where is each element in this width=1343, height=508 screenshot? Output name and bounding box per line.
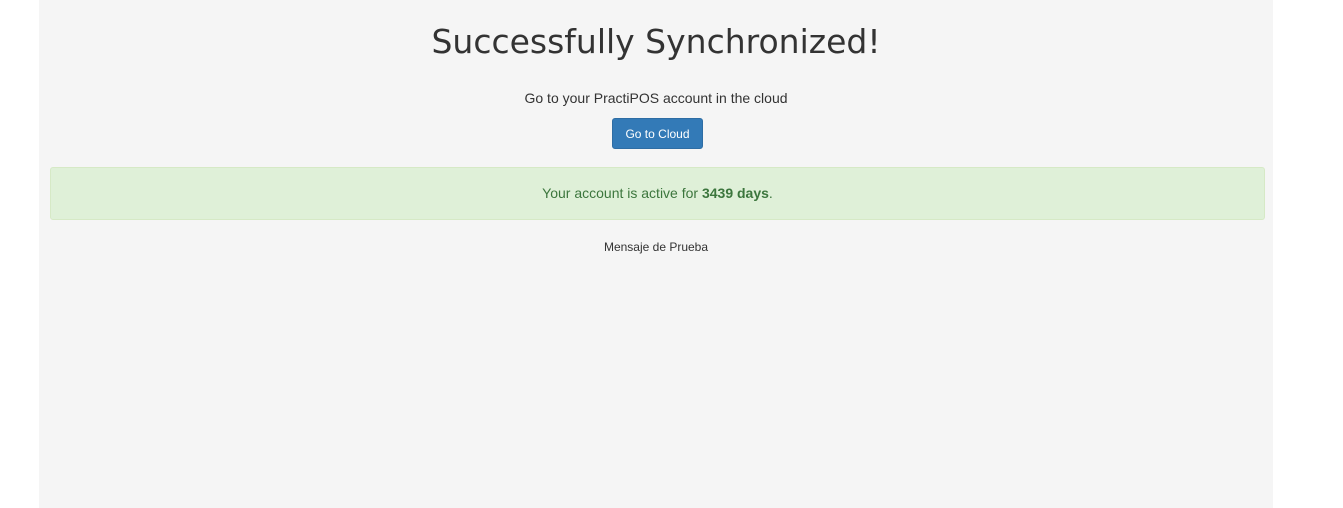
test-message: Mensaje de Prueba xyxy=(603,240,709,254)
main-panel: Successfully Synchronized! Go to your Pr… xyxy=(39,0,1273,508)
page-title: Successfully Synchronized! xyxy=(431,22,881,61)
status-suffix: . xyxy=(768,185,773,201)
account-status-alert: Your account is active for 3439 days. xyxy=(50,167,1265,220)
days-count: 3439 days xyxy=(701,185,769,201)
status-prefix: Your account is active for xyxy=(542,185,702,201)
go-to-cloud-button[interactable]: Go to Cloud xyxy=(612,118,703,149)
cloud-subtitle: Go to your PractiPOS account in the clou… xyxy=(524,90,788,106)
